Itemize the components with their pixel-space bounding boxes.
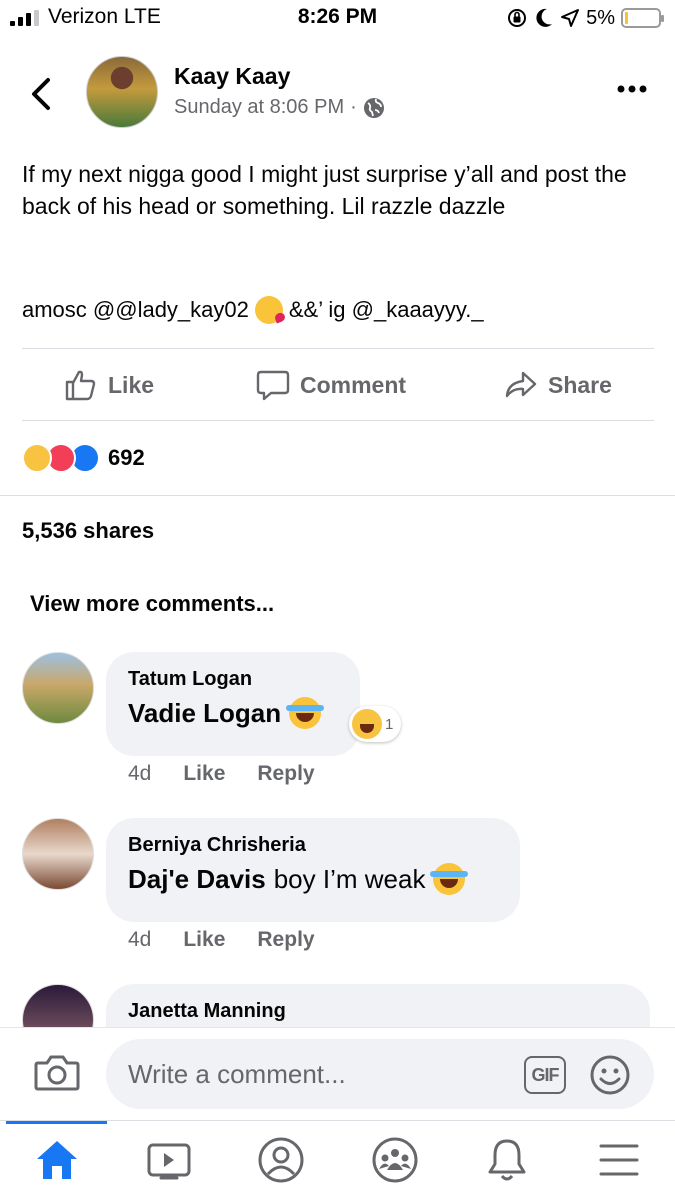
tab-menu[interactable] [594, 1135, 644, 1185]
active-tab-indicator [6, 1121, 107, 1124]
notifications-icon [488, 1139, 526, 1181]
laughing-crying-emoji-icon [430, 863, 469, 895]
like-label: Like [108, 371, 155, 398]
comment-body: boy I’m weak [273, 864, 426, 894]
post-tags-left[interactable]: amosc @@lady_kay02 [22, 297, 249, 323]
do-not-disturb-icon [536, 8, 553, 27]
divider [0, 495, 675, 496]
location-icon [561, 9, 580, 27]
comment-item: Janetta Manning [0, 984, 675, 1027]
kiss-emoji-icon [254, 296, 283, 324]
post-tags: amosc @@lady_kay02 &&’ ig @_kaaayyy._ [22, 296, 642, 324]
video-icon [147, 1143, 191, 1180]
comment-button[interactable]: Comment [256, 367, 675, 403]
comment-text: Daj'e Davis boy I’m weak [128, 860, 498, 898]
post-tags-right[interactable]: &&’ ig @_kaaayyy._ [289, 297, 484, 323]
comment-input[interactable] [106, 1039, 654, 1109]
post-text: If my next nigga good I might just surpr… [22, 161, 627, 219]
view-more-comments[interactable]: View more comments... [30, 591, 274, 617]
menu-icon [599, 1144, 639, 1176]
post-meta: Sunday at 8:06 PM · [174, 96, 385, 119]
meta-separator: · [350, 96, 357, 118]
battery-icon [621, 8, 664, 28]
commenter-name[interactable]: Tatum Logan [128, 664, 338, 694]
commenter-avatar[interactable] [22, 818, 94, 890]
share-label: Share [548, 371, 612, 398]
reaction-summary[interactable]: 692 [22, 440, 145, 476]
groups-icon [372, 1137, 418, 1183]
comment-reaction-badge[interactable]: 1 [349, 706, 402, 742]
comment-composer: GIF [0, 1027, 675, 1120]
share-arrow-icon [505, 371, 537, 398]
home-icon [37, 1141, 77, 1179]
like-button[interactable]: Like [64, 367, 154, 403]
commenter-name[interactable]: Janetta Manning [128, 996, 628, 1026]
comment-bubble[interactable]: Janetta Manning [106, 984, 650, 1027]
comment-reply-button[interactable]: Reply [257, 928, 314, 952]
reaction-count: 692 [108, 445, 145, 470]
comment-bubble[interactable]: Tatum Logan Vadie Logan [106, 652, 360, 756]
comment-age: 4d [128, 928, 152, 951]
comment-mention[interactable]: Daj'e Davis [128, 860, 266, 898]
post-header: Kaay Kaay Sunday at 8:06 PM · [0, 52, 675, 136]
emoji-icon[interactable] [589, 1054, 631, 1096]
bottom-tab-bar [0, 1120, 675, 1200]
comment-mention[interactable]: Vadie Logan [128, 694, 281, 732]
author-avatar[interactable] [86, 56, 158, 128]
status-bar: Verizon LTE 8:26 PM 5% [0, 0, 675, 36]
comment-reaction-count: 1 [385, 715, 394, 733]
comment-like-button[interactable]: Like [183, 928, 225, 952]
post-actions: Like Comment Share [0, 349, 675, 421]
commenter-avatar[interactable] [22, 652, 94, 724]
haha-reaction-icon [22, 443, 52, 473]
profile-icon [258, 1137, 304, 1183]
comment-meta: 4d Like Reply [128, 762, 315, 786]
comment-icon [256, 370, 290, 401]
back-arrow-icon[interactable] [28, 76, 56, 112]
comment-meta: 4d Like Reply [128, 928, 315, 952]
more-options-icon[interactable] [617, 82, 647, 96]
divider [22, 420, 654, 421]
comment-text: Vadie Logan [128, 694, 338, 732]
commenter-name[interactable]: Berniya Chrisheria [128, 830, 498, 860]
tab-profile[interactable] [256, 1135, 306, 1185]
status-right: 5% [506, 6, 665, 30]
comment-label: Comment [300, 371, 407, 398]
tab-groups[interactable] [370, 1135, 420, 1185]
comment-bubble[interactable]: Berniya Chrisheria Daj'e Davis boy I’m w… [106, 818, 520, 922]
comment-reply-button[interactable]: Reply [257, 762, 314, 786]
comment-age: 4d [128, 762, 152, 785]
globe-icon [363, 97, 384, 118]
share-button[interactable]: Share [504, 367, 612, 403]
tab-notifications[interactable] [482, 1135, 532, 1185]
laughing-crying-emoji-icon [286, 697, 325, 729]
gif-button[interactable]: GIF [524, 1056, 566, 1094]
tab-home[interactable] [32, 1135, 82, 1185]
commenter-avatar[interactable] [22, 984, 94, 1027]
thumbs-up-icon [65, 370, 96, 401]
orientation-lock-icon [508, 9, 527, 27]
comment-like-button[interactable]: Like [183, 762, 225, 786]
battery-percent: 5% [586, 6, 615, 29]
post-timestamp[interactable]: Sunday at 8:06 PM [174, 96, 344, 119]
author-name[interactable]: Kaay Kaay [174, 63, 290, 90]
tab-watch[interactable] [144, 1135, 194, 1185]
haha-reaction-icon [352, 709, 382, 739]
camera-icon[interactable] [34, 1053, 80, 1093]
share-count[interactable]: 5,536 shares [22, 518, 154, 544]
